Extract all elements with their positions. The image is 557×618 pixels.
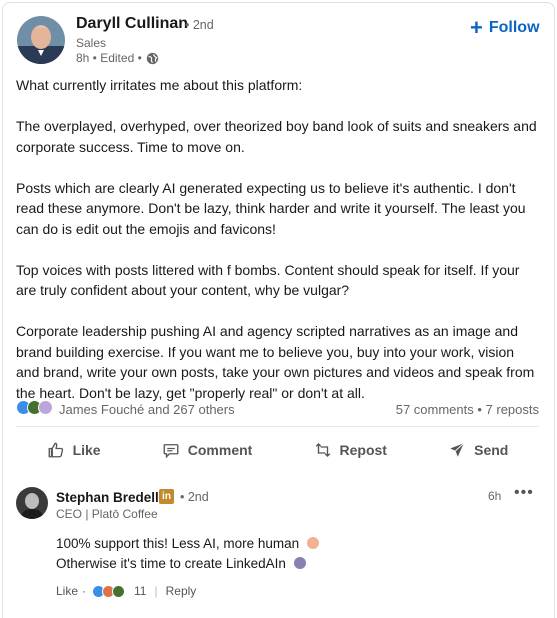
comment-line: 100% support this! Less AI, more human <box>56 534 319 554</box>
globe-icon <box>146 52 159 65</box>
comment-like-button[interactable]: Like <box>56 584 78 598</box>
dot-separator: · <box>82 584 87 598</box>
comment-line-text: 100% support this! Less AI, more human <box>56 536 300 551</box>
eyes-emoji-icon <box>293 557 306 569</box>
commenter-headline: CEO | Platō Coffee <box>56 507 158 521</box>
reaction-icons[interactable] <box>16 400 53 415</box>
comment-reaction-icons[interactable] <box>92 584 126 598</box>
reply-button[interactable]: Reply <box>166 584 197 598</box>
commenter-degree: • 2nd <box>180 490 209 504</box>
comment-line: Otherwise it's time to create LinkedAIn <box>56 554 319 574</box>
post-text: What currently irritates me about this p… <box>16 75 541 424</box>
send-button[interactable]: Send <box>438 435 518 465</box>
thumbs-up-icon <box>48 442 63 458</box>
comment-label: Comment <box>187 442 253 458</box>
connection-degree: • 2nd <box>185 18 214 32</box>
celebrate-reaction-icon <box>112 584 126 598</box>
reaction-names[interactable]: James Fouché and 267 others <box>59 402 235 417</box>
post-time: 8h • Edited • <box>76 51 142 65</box>
like-label: Like <box>72 442 101 458</box>
comment-reaction-count[interactable]: 11 <box>134 584 146 598</box>
follow-label: Follow <box>488 19 540 36</box>
commenter-avatar[interactable] <box>16 487 48 519</box>
post-paragraph: Top voices with posts littered with f bo… <box>16 261 520 299</box>
post-paragraph: Corporate leadership pushing AI and agen… <box>16 323 535 401</box>
comment-text: 100% support this! Less AI, more human O… <box>56 534 319 574</box>
like-button[interactable]: Like <box>37 435 111 465</box>
author-avatar[interactable] <box>17 16 65 64</box>
support-reaction-icon <box>38 400 53 415</box>
commenter-name[interactable]: Stephan Bredell <box>56 490 159 505</box>
send-label: Send <box>474 442 509 458</box>
handshake-emoji-icon <box>306 537 319 549</box>
comment-time: 6h <box>488 489 502 503</box>
author-name[interactable]: Daryll Cullinan <box>76 15 188 33</box>
comment-line-text: Otherwise it's time to create LinkedAIn <box>56 556 286 571</box>
separator: | <box>154 584 158 598</box>
plus-icon: + <box>470 15 483 40</box>
comment-button[interactable]: Comment <box>152 435 263 465</box>
post-paragraph: What currently irritates me about this p… <box>16 77 303 93</box>
repost-icon <box>315 443 330 457</box>
comment-actions: Like · 11 | Reply <box>56 584 196 598</box>
follow-button[interactable]: + Follow <box>470 15 540 40</box>
repost-label: Repost <box>339 442 387 458</box>
send-icon <box>450 442 465 457</box>
post-paragraph: The overplayed, overhyped, over theorize… <box>16 118 537 155</box>
more-options-button[interactable]: ••• <box>514 484 534 502</box>
comment-icon <box>163 444 179 459</box>
divider <box>16 426 539 427</box>
post-meta: 8h • Edited • <box>76 51 159 65</box>
post-paragraph: Posts which are clearly AI generated exp… <box>16 179 526 237</box>
comments-reposts-count[interactable]: 57 comments • 7 reposts <box>396 402 539 417</box>
repost-button[interactable]: Repost <box>304 435 397 465</box>
action-bar: Like Comment Repost Send <box>16 432 539 468</box>
linkedin-premium-icon: in <box>159 489 174 504</box>
author-headline: Sales <box>76 36 107 50</box>
